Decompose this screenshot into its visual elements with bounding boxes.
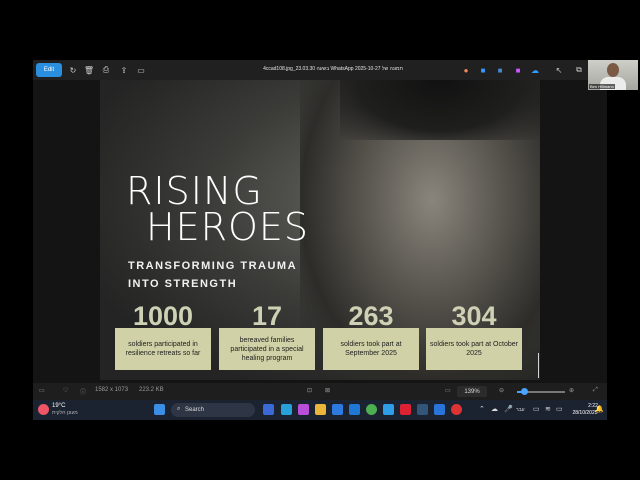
info-icon[interactable]: ⓘ (80, 387, 86, 396)
stat-caption-october: soldiers took part at October 2025 (426, 328, 522, 370)
portrait-hair (340, 80, 540, 140)
toolbar: Edit ↻ 🗑 ⎙ ⇪ ▭ 4ccad108.jpg_23.03.30 בשע… (33, 60, 607, 80)
app-icon-3[interactable]: ■ (495, 63, 505, 77)
status-bar: ▭ ♡ ⓘ 1582 x 1073 223.2 KB ⊡ ⊠ ▭ 139% ⊖ … (33, 383, 607, 400)
copilot-icon[interactable] (298, 404, 309, 415)
edge-icon[interactable] (281, 404, 292, 415)
stat-number-families: 17 (251, 301, 283, 331)
share-icon[interactable]: ⇪ (118, 63, 130, 77)
app-icon-4[interactable]: ■ (513, 63, 523, 77)
poster-title-line2: HEROES (146, 205, 310, 249)
app-icon-1[interactable]: ● (461, 63, 471, 77)
poster-subtitle-line1: TRANSFORMING TRAUMA (128, 260, 298, 272)
favorite-icon[interactable]: ♡ (63, 387, 68, 394)
cursor-icon: ↖ (555, 65, 563, 75)
rotate-icon[interactable]: ↻ (67, 63, 79, 77)
search-label: Search (185, 407, 205, 413)
dimensions-label: 1582 x 1073 (95, 387, 129, 393)
weather-desc: מעונן חלקית (52, 410, 78, 416)
participant-head (607, 63, 619, 77)
stat-number-september: 263 (348, 301, 394, 331)
search-box[interactable] (171, 403, 255, 417)
store-icon[interactable] (332, 404, 343, 415)
search-icon: ⌕ (177, 406, 181, 412)
explorer-icon[interactable] (315, 404, 326, 415)
app-icon-2[interactable]: ■ (478, 63, 488, 77)
photos-window: Edit ↻ 🗑 ⎙ ⇪ ▭ 4ccad108.jpg_23.03.30 בשע… (33, 60, 607, 400)
participant-name: Ben Hillmann (589, 84, 615, 89)
cloud-icon[interactable]: ☁ (530, 63, 540, 77)
expand-icon[interactable]: ⧉ (573, 63, 585, 77)
slideshow-icon[interactable]: ▭ (135, 63, 147, 77)
taskbar: 19°C מעונן חלקית ⌕ Search ⌃ ☁ 🎤 עבר ▭ ≋ … (33, 400, 607, 420)
window-title: 4ccad108.jpg_23.03.30 בשעה WhatsApp 2025… (263, 66, 403, 72)
chevron-up-icon[interactable]: ⌃ (479, 405, 485, 413)
zoom-dropdown[interactable]: 139% (457, 386, 487, 397)
display-icon[interactable]: ▭ (533, 405, 540, 413)
stat-caption-families: bereaved families participated in a spec… (219, 328, 315, 370)
filmstrip-icon[interactable]: ▭ (39, 387, 45, 394)
zoom-out-icon[interactable]: ⊖ (499, 387, 504, 394)
print-icon[interactable]: ⎙ (100, 63, 112, 77)
outlook-icon[interactable] (349, 404, 360, 415)
divider-line (538, 353, 539, 378)
app-icon-8[interactable] (451, 404, 462, 415)
fullscreen-icon[interactable]: ⤢ (593, 387, 598, 394)
webcam-thumbnail: Ben Hillmann (588, 60, 638, 90)
poster-image: RISING HEROES TRANSFORMING TRAUMA INTO S… (100, 80, 540, 380)
file-size-label: 223.2 KB (139, 387, 164, 393)
fit-icon[interactable]: ⊡ (307, 387, 312, 394)
app-icon-7[interactable] (417, 404, 428, 415)
battery-icon[interactable]: ▭ (556, 405, 563, 413)
microphone-icon[interactable]: 🎤 (504, 405, 513, 413)
notification-icon[interactable]: 🔔 (595, 405, 604, 413)
weather-icon (38, 404, 49, 415)
language-indicator[interactable]: עבר (516, 407, 525, 413)
actual-size-icon[interactable]: ⊠ (325, 387, 330, 394)
poster-subtitle-line2: INTO STRENGTH (128, 278, 238, 290)
stat-number-retreats: 1000 (132, 301, 194, 331)
stat-caption-september: soldiers took part at September 2025 (323, 328, 419, 370)
app-icon-6[interactable] (400, 404, 411, 415)
cloud-tray-icon[interactable]: ☁ (491, 405, 498, 413)
image-viewer[interactable]: RISING HEROES TRANSFORMING TRAUMA INTO S… (33, 80, 607, 383)
start-icon[interactable] (154, 404, 165, 415)
stat-number-october: 304 (451, 301, 497, 331)
stat-caption-retreats: soldiers participated in resilience retr… (115, 328, 211, 370)
wifi-icon[interactable]: ≋ (545, 405, 551, 413)
photos-icon[interactable] (434, 404, 445, 415)
weather-temp[interactable]: 19°C (52, 403, 65, 409)
aspect-icon[interactable]: ▭ (445, 387, 451, 394)
taskview-icon[interactable] (263, 404, 274, 415)
delete-icon[interactable]: 🗑 (83, 63, 95, 77)
app-icon-5[interactable] (383, 404, 394, 415)
zoom-slider-handle[interactable] (521, 388, 528, 395)
chrome-icon[interactable] (366, 404, 377, 415)
edit-button[interactable]: Edit (36, 63, 62, 77)
zoom-in-icon[interactable]: ⊕ (569, 387, 574, 394)
